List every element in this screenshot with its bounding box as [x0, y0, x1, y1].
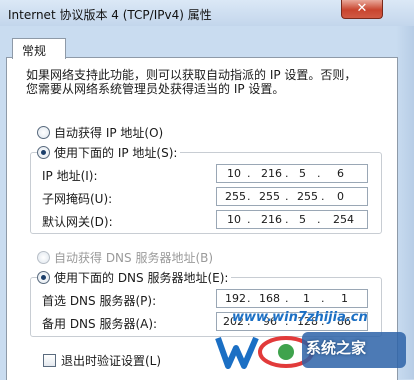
auto-ip-label: 自动获得 IP 地址(O): [54, 126, 164, 140]
validate-on-exit-label: 退出时验证设置(L): [61, 354, 162, 368]
ip-octet: 254: [333, 213, 354, 226]
ip-octet: 0: [337, 190, 344, 203]
manual-ip-option[interactable]: 使用下面的 IP 地址(S):: [37, 144, 181, 160]
preferred-dns-label: 首选 DNS 服务器(P):: [42, 294, 157, 308]
octet-dot: .: [285, 190, 289, 203]
ip-octet: 192: [225, 292, 246, 305]
manual-dns-radio[interactable]: [37, 271, 50, 284]
ip-octet: 10: [227, 167, 241, 180]
octet-dot: .: [247, 167, 251, 180]
manual-dns-option[interactable]: 使用下面的 DNS 服务器地址(E):: [37, 269, 232, 285]
ip-octet: 255: [259, 190, 280, 203]
default-gateway-input[interactable]: 10 . 216 . 5 . 254: [216, 210, 368, 229]
ip-octet: 255: [297, 190, 318, 203]
auto-dns-label: 自动获得 DNS 服务器地址(B): [54, 251, 214, 265]
ip-octet: 168: [259, 292, 280, 305]
octet-dot: .: [317, 167, 321, 180]
ip-octet: 6: [337, 167, 344, 180]
manual-dns-label: 使用下面的 DNS 服务器地址(E):: [54, 271, 229, 285]
watermark-w-glyph: [215, 336, 259, 369]
watermark-brand: 系统之家: [306, 339, 367, 357]
octet-dot: .: [247, 292, 251, 305]
window-title: Internet 协议版本 4 (TCP/IPv4) 属性: [8, 8, 212, 22]
ip-address-input[interactable]: 10 . 216 . 5 . 6: [216, 164, 368, 183]
close-button[interactable]: ✕: [341, 0, 383, 19]
octet-dot: .: [247, 190, 251, 203]
auto-dns-radio[interactable]: [37, 251, 50, 264]
auto-ip-radio[interactable]: [37, 126, 50, 139]
octet-dot: .: [285, 167, 289, 180]
description-line-1: 如果网络支持此功能，则可以获取自动指派的 IP 设置。否则，: [26, 68, 357, 82]
default-gateway-label: 默认网关(D):: [42, 215, 113, 229]
validate-on-exit-checkbox[interactable]: [43, 354, 56, 367]
octet-dot: .: [321, 190, 325, 203]
auto-ip-option[interactable]: 自动获得 IP 地址(O): [37, 124, 163, 140]
ip-octet: 5: [299, 213, 306, 226]
title-bar: Internet 协议版本 4 (TCP/IPv4) 属性 ✕: [0, 0, 414, 26]
octet-dot: .: [247, 213, 251, 226]
tab-general-label: 常规: [22, 44, 47, 58]
tab-general[interactable]: 常规: [12, 38, 66, 59]
description-text: 如果网络支持此功能，则可以获取自动指派的 IP 设置。否则， 您需要从网络系统管…: [26, 68, 356, 96]
ip-octet: 255: [225, 190, 246, 203]
description-line-2: 您需要从网络系统管理员处获得适当的 IP 设置。: [26, 82, 285, 96]
octet-dot: .: [317, 213, 321, 226]
octet-dot: .: [285, 292, 289, 305]
preferred-dns-input[interactable]: 192 . 168 . 1 . 1: [216, 289, 368, 308]
ip-octet: 10: [227, 213, 241, 226]
subnet-mask-label: 子网掩码(U):: [42, 192, 113, 206]
octet-dot: .: [285, 213, 289, 226]
manual-ip-label: 使用下面的 IP 地址(S):: [54, 146, 178, 160]
auto-dns-option[interactable]: 自动获得 DNS 服务器地址(B): [37, 249, 213, 265]
ip-octet: 5: [299, 167, 306, 180]
close-icon: ✕: [356, 1, 368, 16]
ip-octet: 1: [303, 292, 310, 305]
ip-address-label: IP 地址(I):: [42, 169, 98, 183]
octet-dot: .: [321, 292, 325, 305]
ip-octet: 216: [261, 167, 282, 180]
watermark-ball: [278, 344, 294, 360]
subnet-mask-input[interactable]: 255 . 255 . 255 . 0: [216, 187, 368, 206]
validate-on-exit-option[interactable]: 退出时验证设置(L): [43, 352, 161, 369]
ip-octet: 1: [341, 292, 348, 305]
ip-octet: 216: [261, 213, 282, 226]
manual-ip-radio[interactable]: [37, 146, 50, 159]
alternate-dns-label: 备用 DNS 服务器(A):: [42, 317, 158, 331]
